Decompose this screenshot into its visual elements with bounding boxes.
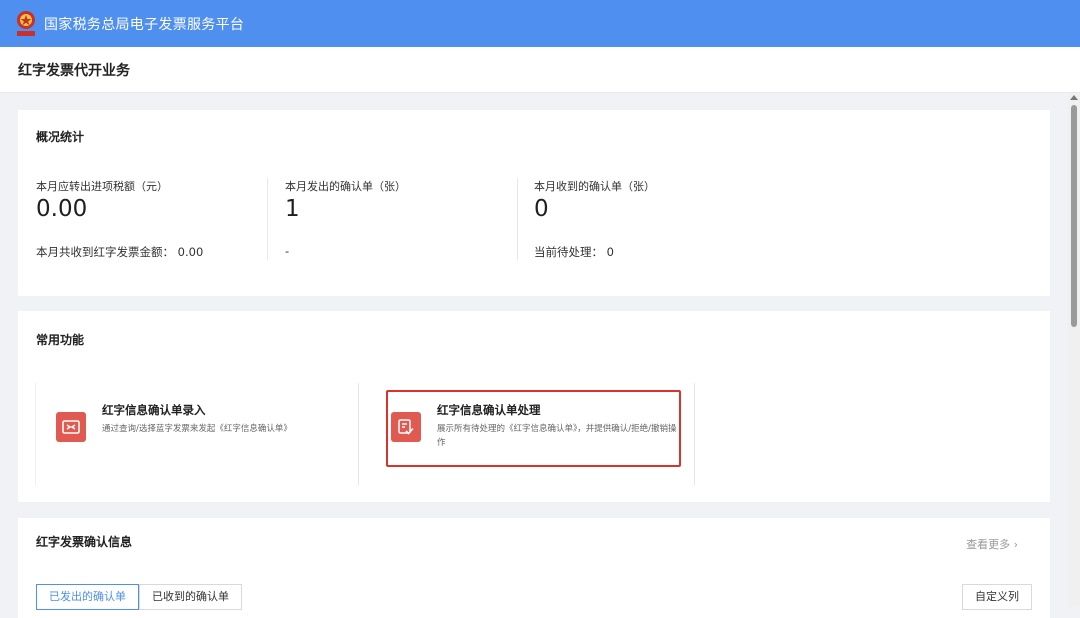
stat-label: 本月发出的确认单（张） <box>285 180 406 193</box>
swap-arrows-icon <box>56 412 86 442</box>
stat-label: 本月收到的确认单（张） <box>534 180 655 193</box>
divider <box>517 178 518 260</box>
chevron-right-icon: › <box>1013 538 1018 551</box>
stat-received-confirmations: 本月收到的确认单（张） 0 当前待处理： 0 <box>534 110 784 296</box>
stat-label: 本月应转出进项税额（元） <box>36 180 168 193</box>
confirmation-info-title: 红字发票确认信息 <box>36 535 133 549</box>
stat-footnote: 当前待处理： 0 <box>534 245 614 259</box>
page-header: 红字发票代开业务 <box>0 47 1080 93</box>
stat-footnote: - <box>285 244 290 258</box>
highlight-annotation-box <box>386 390 681 467</box>
function-confirmation-entry[interactable]: 红字信息确认单录入 通过查询/选择蓝字发票来发起《红字信息确认单》 <box>35 383 359 485</box>
stat-tax-transfer: 本月应转出进项税额（元） 0.00 本月共收到红字发票金额： 0.00 <box>36 110 286 296</box>
view-more-label: 查看更多 <box>966 538 1011 551</box>
stat-value: 0 <box>534 196 549 222</box>
stat-footnote: 本月共收到红字发票金额： 0.00 <box>36 245 204 259</box>
tax-emblem-logo <box>14 10 38 38</box>
stat-sent-confirmations: 本月发出的确认单（张） 1 - <box>285 110 535 296</box>
view-more-link[interactable]: 查看更多 › <box>966 536 1018 552</box>
overview-card: 概况统计 本月应转出进项税额（元） 0.00 本月共收到红字发票金额： 0.00… <box>18 110 1050 296</box>
page-title: 红字发票代开业务 <box>18 62 130 79</box>
top-navigation-bar: 国家税务总局电子发票服务平台 <box>0 0 1080 47</box>
app-title: 国家税务总局电子发票服务平台 <box>44 16 245 33</box>
confirmation-info-card: 红字发票确认信息 查看更多 › 已发出的确认单 已收到的确认单 自定义列 <box>18 518 1050 618</box>
stat-value: 1 <box>285 196 300 222</box>
tab-sent-confirmations[interactable]: 已发出的确认单 <box>36 584 139 610</box>
divider <box>267 178 268 260</box>
scroll-up-arrow-icon[interactable] <box>1070 95 1078 100</box>
tab-received-confirmations[interactable]: 已收到的确认单 <box>139 584 242 610</box>
custom-columns-button[interactable]: 自定义列 <box>962 584 1032 610</box>
functions-title: 常用功能 <box>36 333 85 347</box>
scroll-thumb[interactable] <box>1071 105 1077 327</box>
vertical-scrollbar[interactable] <box>1068 93 1080 606</box>
function-description: 通过查询/选择蓝字发票来发起《红字信息确认单》 <box>102 424 292 434</box>
stat-value: 0.00 <box>36 196 88 222</box>
common-functions-card: 常用功能 红字信息确认单录入 通过查询/选择蓝字发票来发起《红字信息确认单》 红… <box>18 311 1050 502</box>
confirmation-tabs: 已发出的确认单 已收到的确认单 <box>36 584 242 610</box>
function-name: 红字信息确认单录入 <box>102 403 206 417</box>
